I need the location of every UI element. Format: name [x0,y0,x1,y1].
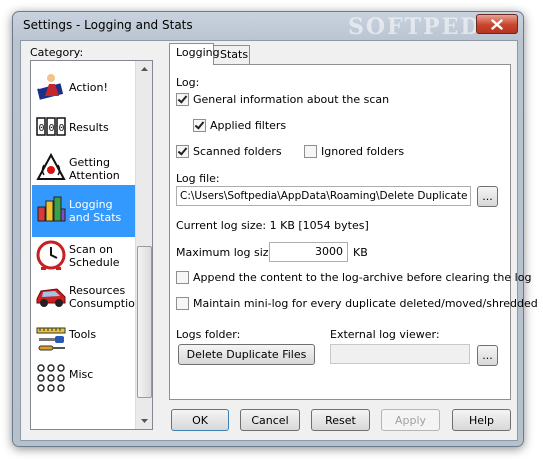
append-archive-checkbox[interactable]: Append the content to the log-archive be… [176,271,531,284]
reset-button[interactable]: Reset [311,409,370,431]
external-viewer-label: External log viewer: [330,328,440,341]
category-item-logging-stats[interactable]: Logging and Stats [32,185,135,237]
close-button[interactable] [476,14,518,34]
scanned-folders-check-icon [176,145,189,158]
close-icon [491,18,503,30]
max-log-size-label: Maximum log size: [176,246,279,259]
category-label-tools: Tools [69,328,97,341]
tab-logging[interactable]: Logging [169,43,220,65]
max-log-size-unit: KB [353,246,368,259]
scroll-down-button[interactable] [136,413,152,429]
title-bar[interactable]: Settings - Logging and Stats SOFTPEDIA [13,12,523,40]
car-icon [35,279,67,311]
attention-icon [35,151,67,183]
clock-icon [35,239,67,271]
scroll-down-icon [140,419,148,423]
category-label-attention: Getting Attention [69,156,120,182]
external-viewer-input[interactable] [330,344,470,364]
category-label-misc: Misc [69,368,94,381]
append-archive-check-icon [176,271,189,284]
ignored-folders-check-icon [304,145,317,158]
general-info-label: General information about the scan [193,93,390,106]
logging-panel: Log: General information about the scan … [169,64,538,400]
external-viewer-browse-button[interactable]: ... [477,345,498,366]
svg-text:0: 0 [59,123,65,134]
apply-button[interactable]: Apply [381,409,440,431]
ignored-folders-label: Ignored folders [321,145,405,158]
ok-button[interactable]: OK [171,409,229,431]
log-file-input[interactable]: C:\Users\Softpedia\AppData\Roaming\Delet… [176,186,471,206]
help-button[interactable]: Help [452,409,511,431]
results-icon: 000 [35,110,67,142]
svg-text:0: 0 [49,123,55,134]
max-log-size-input[interactable]: 3000 [269,242,348,262]
category-label-resources: Resources Consumption [69,284,142,310]
mini-log-checkbox[interactable]: Maintain mini-log for every duplicate de… [176,297,538,310]
mini-log-label: Maintain mini-log for every duplicate de… [193,297,538,310]
log-file-browse-button[interactable]: ... [477,186,498,207]
stats-icon [35,193,67,225]
scanned-folders-label: Scanned folders [193,145,282,158]
log-section-label: Log: [176,76,200,89]
category-label-results: Results [69,121,109,134]
cancel-button[interactable]: Cancel [240,409,300,431]
logs-folder-label: Logs folder: [176,328,241,341]
category-item-misc[interactable]: Misc [32,354,135,406]
dialog-buttons: OK Cancel Reset Apply Help [169,409,511,437]
scroll-up-icon [140,67,148,71]
window-title: Settings - Logging and Stats [23,18,193,32]
scanned-folders-checkbox[interactable]: Scanned folders [176,145,282,158]
action-icon [35,70,67,102]
ignored-folders-checkbox[interactable]: Ignored folders [304,145,404,158]
category-label-action: Action! [69,81,108,94]
svg-text:0: 0 [39,123,45,134]
category-list[interactable]: Action! 000 Results Getting Attention Lo… [30,60,153,430]
log-file-label: Log file: [176,172,220,185]
category-label-schedule: Scan on Schedule [69,243,120,269]
scroll-up-button[interactable] [136,61,152,77]
dialog-body: Category: Action! 000 Results Getting At… [20,40,538,441]
general-info-checkbox[interactable]: General information about the scan [176,93,389,106]
general-info-check-icon [176,93,189,106]
mini-log-check-icon [176,297,189,310]
tools-icon [35,322,67,354]
category-scrollbar[interactable] [135,61,152,429]
current-log-size-text: Current log size: 1 KB [1054 bytes] [176,219,369,232]
applied-filters-check-icon [193,119,206,132]
category-label-logging-stats: Logging and Stats [69,198,122,224]
category-label: Category: [30,46,84,59]
applied-filters-checkbox[interactable]: Applied filters [193,119,286,132]
append-archive-label: Append the content to the log-archive be… [193,271,532,284]
misc-icon [35,362,67,394]
scroll-thumb[interactable] [137,246,152,398]
settings-window: Settings - Logging and Stats SOFTPEDIA C… [12,11,538,447]
logs-folder-button[interactable]: Delete Duplicate Files [178,344,315,365]
applied-filters-label: Applied filters [210,119,287,132]
